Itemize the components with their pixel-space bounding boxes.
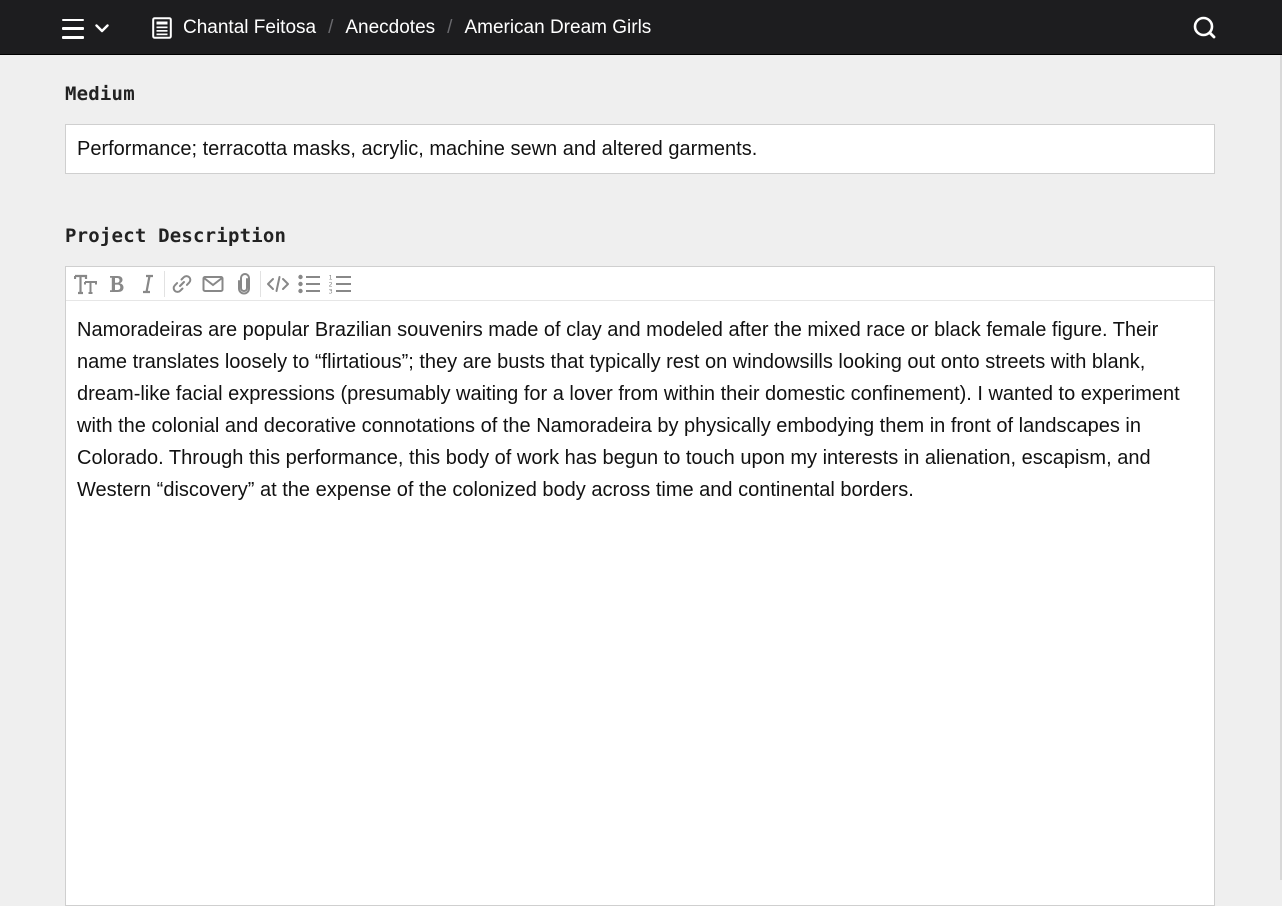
editor-toolbar: 1 2 3 [66, 267, 1214, 301]
hamburger-icon [62, 18, 84, 39]
bullet-list-icon[interactable] [293, 269, 324, 299]
project-description-text[interactable]: Namoradeiras are popular Brazilian souve… [77, 314, 1207, 506]
svg-text:3: 3 [328, 287, 332, 295]
breadcrumb: Chantal Feitosa / Anecdotes / American D… [183, 16, 651, 40]
search-icon[interactable] [1192, 15, 1218, 41]
text-size-icon[interactable] [70, 269, 101, 299]
breadcrumb-user[interactable]: Chantal Feitosa [183, 17, 316, 39]
code-icon[interactable] [262, 269, 293, 299]
project-description-label: Project Description [65, 225, 287, 247]
email-icon[interactable] [197, 269, 228, 299]
breadcrumb-current-page[interactable]: American Dream Girls [464, 17, 651, 39]
breadcrumb-collection[interactable]: Anecdotes [345, 17, 435, 39]
toolbar-divider [260, 270, 261, 297]
medium-label: Medium [65, 83, 135, 105]
document-icon [152, 17, 172, 39]
menu-button[interactable] [62, 14, 120, 42]
toolbar-divider [164, 270, 165, 297]
numbered-list-icon[interactable]: 1 2 3 [324, 269, 355, 299]
breadcrumb-separator: / [328, 17, 334, 38]
italic-icon[interactable] [132, 269, 163, 299]
breadcrumb-separator: / [447, 17, 453, 38]
project-description-editor[interactable]: 1 2 3 Namoradeiras are popular Brazilian… [65, 266, 1215, 906]
attachment-icon[interactable] [228, 269, 259, 299]
medium-field[interactable]: Performance; terracotta masks, acrylic, … [65, 124, 1215, 174]
top-bar: Chantal Feitosa / Anecdotes / American D… [0, 0, 1282, 55]
bold-icon[interactable] [101, 269, 132, 299]
chevron-down-icon [94, 20, 110, 36]
link-icon[interactable] [166, 269, 197, 299]
